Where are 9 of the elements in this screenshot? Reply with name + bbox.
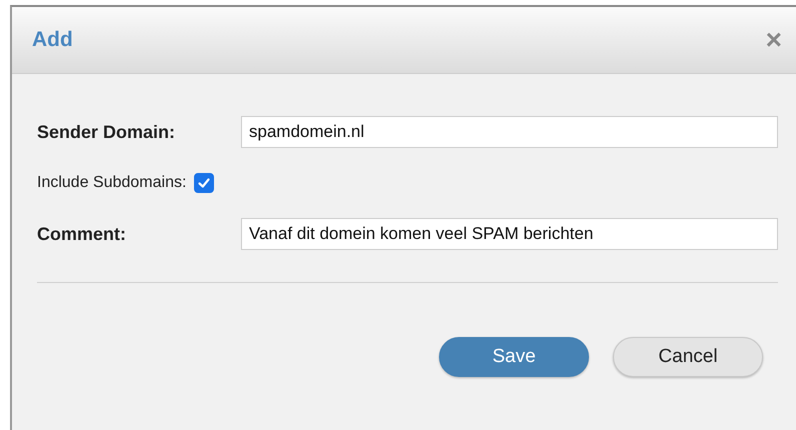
- field-label: Sender Domain:: [37, 122, 176, 142]
- field-label: Comment:: [37, 224, 127, 244]
- input-field[interactable]: Vanaf dit domein komen veel SPAM berichten: [241, 218, 778, 250]
- field-label: Include Subdomains:: [37, 174, 186, 192]
- checkbox[interactable]: [194, 173, 214, 193]
- save-button[interactable]: Save: [439, 337, 589, 377]
- dialog-title: Add: [32, 28, 73, 52]
- input-field[interactable]: spamdomein.nl: [241, 116, 778, 148]
- cancel-button[interactable]: Cancel: [613, 337, 763, 377]
